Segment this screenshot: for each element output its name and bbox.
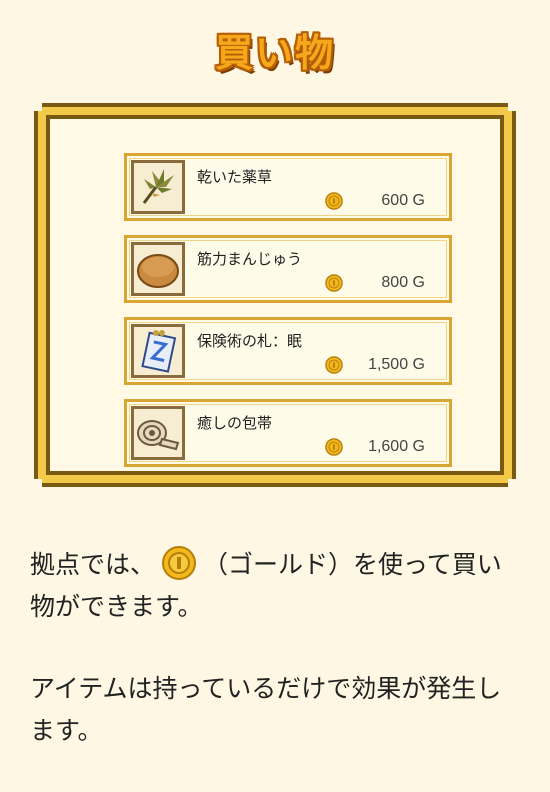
description-paragraph-2: アイテムは持っているだけで効果が発生します。	[30, 674, 502, 745]
item-name: 筋力まんじゅう	[197, 250, 303, 268]
item-price: 800 G	[381, 274, 425, 291]
item-price-row: 600 G	[325, 192, 425, 210]
shop-panel: 乾いた薬草 600 G 筋力まんじゅう 800 G 保険術の札：眠 1,500 …	[34, 103, 516, 487]
shop-item-list: 乾いた薬草 600 G 筋力まんじゅう 800 G 保険術の札：眠 1,500 …	[124, 153, 452, 481]
description-paragraph-1: 拠点では、 （ゴールド）を使って買い物ができます。	[30, 544, 510, 628]
item-price: 600 G	[381, 192, 425, 209]
gold-coin-icon	[325, 438, 343, 456]
description: 拠点では、 （ゴールド）を使って買い物ができます。 アイテムは持っているだけで効…	[30, 544, 510, 792]
item-icon-frame	[131, 242, 185, 296]
sleep-talisman-icon	[141, 330, 177, 373]
shop-item-healing-bandage[interactable]: 癒しの包帯 1,600 G	[124, 399, 452, 467]
item-name: 乾いた薬草	[197, 168, 273, 186]
item-price: 1,600 G	[368, 438, 425, 455]
gold-coin-icon	[325, 192, 343, 210]
item-price-row: 1,500 G	[325, 356, 425, 374]
page-title: 買い物	[214, 31, 335, 75]
shop-item-dried-herb[interactable]: 乾いた薬草 600 G	[124, 153, 452, 221]
item-name: 保険術の札：眠	[197, 332, 303, 350]
item-icon-frame	[131, 324, 185, 378]
gold-coin-icon	[325, 356, 343, 374]
bun-icon	[137, 254, 179, 288]
item-icon-frame	[131, 160, 185, 214]
gold-coin-icon	[325, 274, 343, 292]
item-name: 癒しの包帯	[197, 414, 273, 432]
shop-panel-inner: 乾いた薬草 600 G 筋力まんじゅう 800 G 保険術の札：眠 1,500 …	[46, 115, 504, 475]
shop-item-sleep-talisman[interactable]: 保険術の札：眠 1,500 G	[124, 317, 452, 385]
item-price: 1,500 G	[368, 356, 425, 373]
item-price-row: 800 G	[325, 274, 425, 292]
item-price-row: 1,600 G	[325, 438, 425, 456]
bandage-icon	[137, 420, 180, 451]
shop-item-strength-bun[interactable]: 筋力まんじゅう 800 G	[124, 235, 452, 303]
dried-herb-icon	[142, 169, 174, 204]
description-text: 拠点では、	[30, 550, 156, 579]
item-icon-frame	[131, 406, 185, 460]
gold-coin-icon	[162, 546, 197, 580]
